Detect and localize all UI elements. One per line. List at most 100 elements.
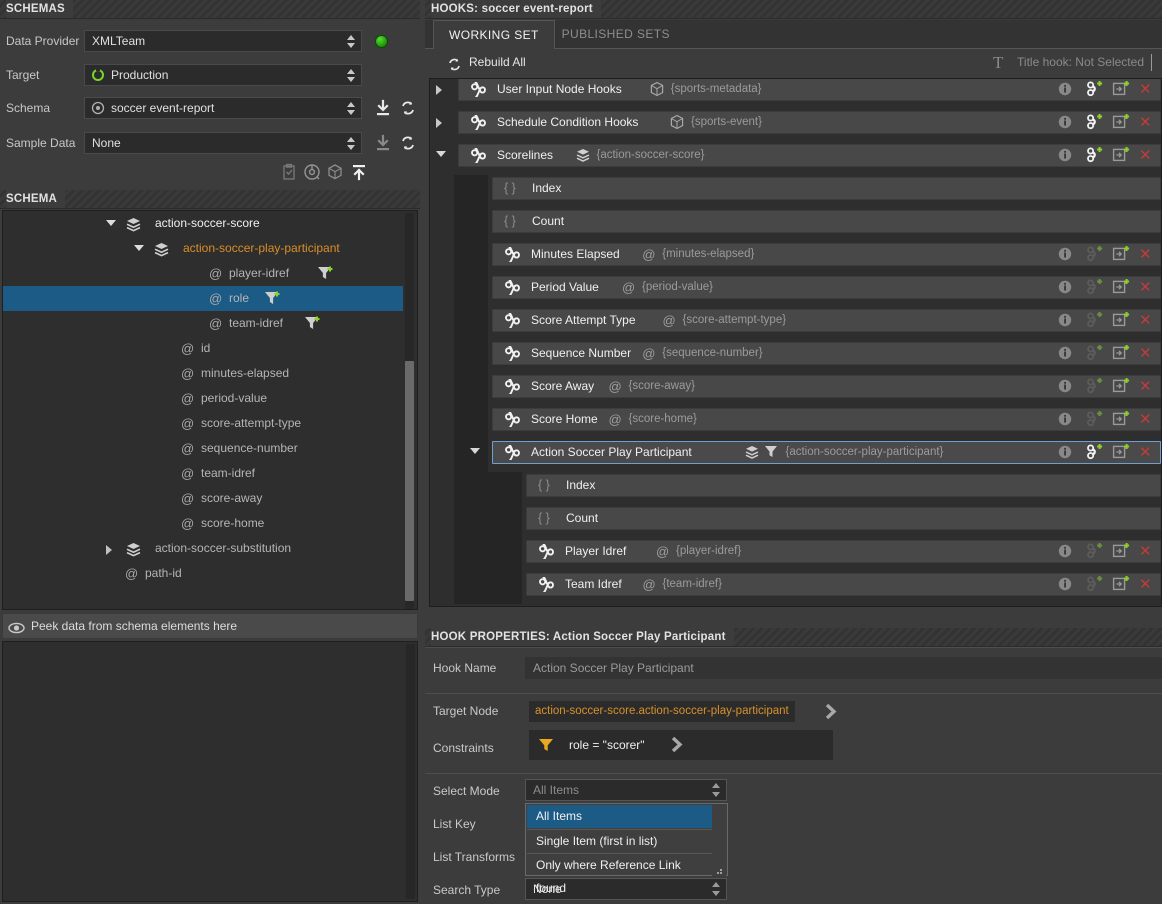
schema-tree-row[interactable]: @ score-attempt-type [3,411,403,436]
schema-tree-row[interactable]: @ period-value [3,386,403,411]
hook-info-icon[interactable] [1058,541,1078,562]
hook-row[interactable]: { } Index [430,175,1161,208]
hook-name-input[interactable]: Action Soccer Play Participant [525,657,1162,679]
hook-info-icon[interactable] [1058,376,1078,397]
delete-hook-icon[interactable]: ✕ [1139,244,1159,265]
hook-info-icon[interactable] [1058,310,1078,331]
add-child-hook-icon[interactable] [1085,112,1105,133]
add-filter-icon[interactable] [316,265,335,282]
schema-tree-scrollbar[interactable] [405,213,414,609]
hook-row[interactable]: { } Count [430,505,1161,538]
chevron-down-icon[interactable] [105,211,116,236]
chevron-right-icon[interactable] [669,734,685,758]
add-node-hook-icon[interactable] [1112,112,1132,133]
add-child-hook-icon[interactable] [1085,310,1105,331]
delete-hook-icon[interactable]: ✕ [1139,145,1159,166]
add-filter-icon[interactable] [263,290,282,307]
add-node-hook-icon[interactable] [1112,277,1132,298]
hook-row[interactable]: Team Idref @ {team-idref} ✕ [430,571,1161,604]
add-child-hook-icon[interactable] [1085,574,1105,595]
hook-row[interactable]: Scorelines {action-soccer-score} ✕ [430,142,1161,169]
hook-row[interactable]: Minutes Elapsed @ {minutes-elapsed} ✕ [430,241,1161,274]
hook-info-icon[interactable] [1058,409,1078,430]
chevron-right-icon[interactable] [436,118,446,128]
sample-data-select[interactable]: None [84,132,362,154]
target-select[interactable]: Production [84,64,362,86]
add-node-hook-icon[interactable] [1112,541,1132,562]
add-node-hook-icon[interactable] [1112,343,1132,364]
download-sample-data-icon[interactable] [374,134,392,152]
schema-tree-row[interactable]: @ score-away [3,486,403,511]
schema-tree-row[interactable]: action-soccer-play-participant [3,236,403,261]
target-circle-icon[interactable] [303,163,321,181]
add-node-hook-icon[interactable] [1112,574,1132,595]
rebuild-all-button[interactable]: Rebuild All [445,49,526,76]
add-child-hook-icon[interactable] [1085,442,1105,463]
hook-info-icon[interactable] [1058,112,1078,133]
hook-row[interactable]: { } Index [430,472,1161,505]
target-node-path-chip[interactable]: action-soccer-score.action-soccer-play-p… [529,701,795,722]
delete-hook-icon[interactable]: ✕ [1139,277,1159,298]
add-node-hook-icon[interactable] [1112,310,1132,331]
hook-info-icon[interactable] [1058,442,1078,463]
add-child-hook-icon[interactable] [1085,244,1105,265]
add-child-hook-icon[interactable] [1085,409,1105,430]
chevron-down-icon[interactable] [133,236,144,261]
chevron-down-icon[interactable] [436,151,446,161]
hook-info-icon[interactable] [1058,277,1078,298]
hook-tree[interactable]: User Input Node Hooks {sports-metadata} ✕ S… [429,78,1162,607]
hook-row[interactable]: User Input Node Hooks {sports-metadata} ✕ [430,79,1161,103]
constraint-row[interactable]: role = "scorer" [529,730,833,760]
hook-row-selected[interactable]: Action Soccer Play Participant {action-so… [430,439,1161,472]
publish-upload-icon[interactable] [350,163,368,181]
package-cube-icon[interactable] [326,163,344,181]
hook-info-icon[interactable] [1058,343,1078,364]
select-mode-option[interactable]: All Items [527,805,712,828]
select-mode-option[interactable]: Only where Reference Link found [527,853,712,895]
schema-tree-row[interactable]: @ team-idref [3,461,403,486]
schema-tree[interactable]: action-soccer-score action-soccer-play-pa… [2,210,418,610]
schema-tree-row-selected[interactable]: @ role [3,286,403,311]
schema-tree-row[interactable]: @ path-id [3,561,403,586]
add-node-hook-icon[interactable] [1112,244,1132,265]
peek-data-header[interactable]: Peek data from schema elements here [2,613,418,639]
schema-tree-row[interactable]: @ team-idref [3,311,403,336]
add-filter-icon[interactable] [303,315,322,332]
hook-row[interactable]: Period Value @ {period-value} ✕ [430,274,1161,307]
add-node-hook-icon[interactable] [1112,442,1132,463]
clipboard-check-icon[interactable] [280,163,298,181]
add-child-hook-icon[interactable] [1085,376,1105,397]
select-mode-dropdown-popup[interactable]: All Items Single Item (first in list) Only… [525,803,728,895]
tab-published-sets[interactable]: PUBLISHED SETS [547,20,685,49]
delete-hook-icon[interactable]: ✕ [1139,79,1159,100]
add-node-hook-icon[interactable] [1112,79,1132,100]
schema-tree-row[interactable]: @ id [3,336,403,361]
chevron-right-icon[interactable] [105,536,115,561]
add-child-hook-icon[interactable] [1085,277,1105,298]
tab-working-set[interactable]: WORKING SET [433,20,555,50]
delete-hook-icon[interactable]: ✕ [1139,376,1159,397]
hook-row[interactable]: Sequence Number @ {sequence-number} ✕ [430,340,1161,373]
hook-row[interactable]: { } Count [430,208,1161,241]
scrollbar-thumb[interactable] [405,361,414,601]
schema-select[interactable]: soccer event-report [84,97,362,119]
delete-hook-icon[interactable]: ✕ [1139,442,1159,463]
schema-tree-row[interactable]: @ player-idref [3,261,403,286]
data-provider-select[interactable]: XMLTeam [84,30,362,52]
resize-grip-icon[interactable] [716,864,725,874]
schema-tree-row[interactable]: @ minutes-elapsed [3,361,403,386]
refresh-sample-data-icon[interactable] [399,134,417,152]
delete-hook-icon[interactable]: ✕ [1139,112,1159,133]
hook-row[interactable]: Score Away @ {score-away} ✕ [430,373,1161,406]
peek-scrollbar[interactable] [406,644,415,899]
add-child-hook-icon[interactable] [1085,343,1105,364]
delete-hook-icon[interactable]: ✕ [1139,541,1159,562]
schema-tree-row[interactable]: @ score-home [3,511,403,536]
add-node-hook-icon[interactable] [1112,409,1132,430]
chevron-down-icon[interactable] [470,448,480,458]
select-mode-dropdown[interactable]: All Items [525,779,727,801]
add-node-hook-icon[interactable] [1112,145,1132,166]
refresh-schema-icon[interactable] [399,99,417,117]
add-node-hook-icon[interactable] [1112,376,1132,397]
hook-info-icon[interactable] [1058,145,1078,166]
